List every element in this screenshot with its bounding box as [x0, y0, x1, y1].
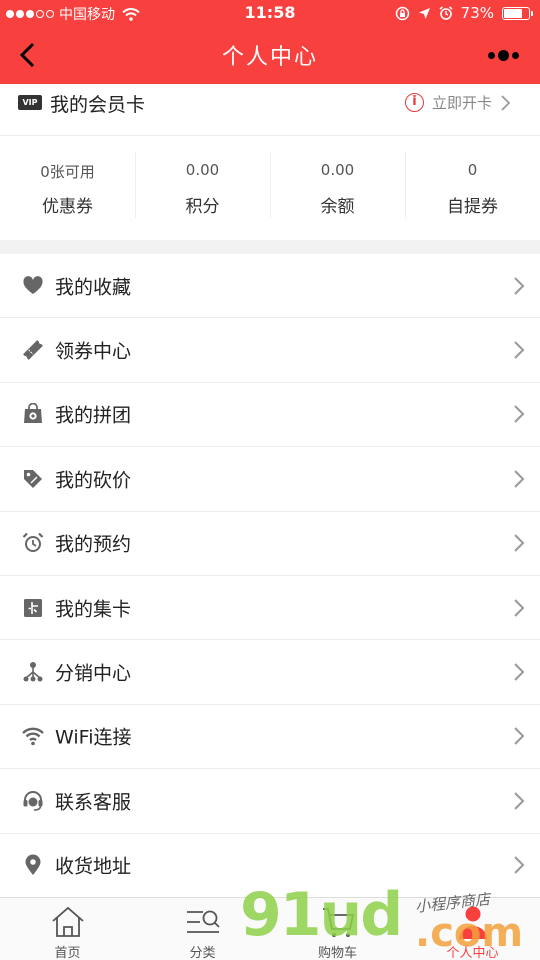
menu-label: 分销中心: [55, 662, 132, 685]
stat-value: 0张可用: [40, 163, 95, 181]
stat-value: 0.00: [185, 161, 220, 179]
section-divider: [0, 240, 540, 254]
stat-balance[interactable]: 0.00 余额: [270, 136, 405, 240]
chevron-right-icon: [501, 94, 510, 111]
battery-icon: [502, 6, 533, 20]
menu-label: 我的预约: [55, 533, 132, 556]
menu-item-wifi[interactable]: WiFi连接: [0, 705, 540, 770]
menu-label: 收货地址: [55, 855, 132, 878]
ticket-icon: [23, 340, 43, 360]
stat-label: 自提券: [447, 197, 498, 217]
menu-label: 我的集卡: [55, 598, 132, 621]
location-arrow-icon: [418, 7, 430, 19]
status-right: 73%: [395, 4, 533, 22]
menu-label: 领券中心: [55, 340, 132, 363]
menu-item-bargain[interactable]: 我的砍价: [0, 447, 540, 512]
member-card-row[interactable]: VIP 我的会员卡 i 立即开卡: [0, 84, 540, 136]
headset-icon: [23, 790, 43, 811]
more-dot-icon: [497, 49, 509, 61]
chevron-right-icon: [514, 341, 525, 359]
menu-item-distribution[interactable]: 分销中心: [0, 640, 540, 705]
menu-item-favorites[interactable]: 我的收藏: [0, 254, 540, 319]
wifi-icon: [22, 728, 44, 746]
stat-value: 0.00: [320, 161, 355, 179]
navigation-bar: 个人中心: [0, 26, 540, 84]
card-icon: [24, 598, 42, 617]
tab-profile[interactable]: 个人中心: [405, 898, 540, 960]
home-icon: [51, 906, 84, 937]
account-stats: 0张可用 优惠券 0.00 积分 0.00 余额 0 自提券: [0, 136, 540, 240]
category-search-icon: [186, 910, 220, 933]
menu-label: 联系客服: [55, 791, 132, 814]
menu-item-customer-service[interactable]: 联系客服: [0, 769, 540, 834]
tab-label: 个人中心: [446, 946, 499, 960]
tab-home[interactable]: 首页: [0, 898, 135, 960]
stat-label: 余额: [320, 197, 355, 217]
heart-icon: [23, 275, 43, 294]
tab-category[interactable]: 分类: [135, 898, 270, 960]
open-card-label: 立即开卡: [431, 94, 492, 112]
chevron-right-icon: [514, 727, 525, 746]
menu-item-reservations[interactable]: 我的预约: [0, 512, 540, 576]
chevron-right-icon: [514, 856, 525, 874]
info-icon: i: [404, 93, 424, 112]
rotation-lock-icon: [395, 6, 409, 20]
menu-label: 我的收藏: [55, 276, 132, 299]
chevron-right-icon: [514, 470, 525, 488]
alarm-icon: [439, 6, 453, 20]
location-pin-icon: [25, 854, 41, 876]
stat-label: 优惠券: [42, 197, 93, 217]
menu-item-shipping-address[interactable]: 收货地址: [0, 834, 540, 898]
stat-points[interactable]: 0.00 积分: [135, 136, 270, 240]
chevron-right-icon: [514, 534, 525, 552]
more-options-button[interactable]: [486, 44, 520, 66]
stat-value: 0: [467, 161, 478, 179]
menu-label: WiFi连接: [55, 726, 132, 749]
tab-label: 分类: [189, 946, 216, 960]
chevron-right-icon: [514, 276, 525, 295]
more-dot-icon: [487, 51, 495, 59]
page-title: 个人中心: [221, 45, 318, 70]
menu-item-coupon-center[interactable]: 领券中心: [0, 318, 540, 383]
price-tag-icon: [24, 469, 42, 488]
member-card-title: 我的会员卡: [50, 94, 146, 116]
distribution-icon: [23, 662, 43, 682]
vip-badge-icon: VIP: [18, 95, 42, 110]
menu-label: 我的拼团: [55, 404, 132, 427]
menu-item-group-buy[interactable]: 我的拼团: [0, 383, 540, 448]
menu-item-card-collection[interactable]: 我的集卡: [0, 576, 540, 641]
chevron-right-icon: [514, 405, 525, 424]
cart-icon: [322, 908, 354, 937]
alarm-clock-icon: [22, 532, 44, 553]
stat-coupons[interactable]: 0张可用 优惠券: [0, 136, 135, 240]
stat-label: 积分: [185, 197, 220, 217]
more-dot-icon: [511, 51, 519, 59]
tab-bar: 首页 分类 购物车 个人中心: [0, 897, 540, 960]
tab-cart[interactable]: 购物车: [270, 898, 405, 960]
stat-pickup-vouchers[interactable]: 0 自提券: [405, 136, 540, 240]
chevron-right-icon: [514, 598, 525, 617]
chevron-right-icon: [514, 792, 525, 810]
open-card-action[interactable]: i 立即开卡: [404, 92, 510, 113]
battery-percent: 73%: [460, 4, 494, 22]
tab-label: 首页: [54, 946, 81, 960]
user-icon: [458, 906, 487, 939]
group-bag-icon: [24, 403, 42, 424]
menu-label: 我的砍价: [55, 469, 132, 492]
status-bar: 中国移动 11:58 73%: [0, 0, 540, 26]
chevron-right-icon: [514, 663, 525, 681]
menu-list: 我的收藏 领券中心 我的拼团 我的砍价 我的预约 我的集卡 分销中心 WiFi连…: [0, 254, 540, 898]
tab-label: 购物车: [317, 946, 357, 960]
